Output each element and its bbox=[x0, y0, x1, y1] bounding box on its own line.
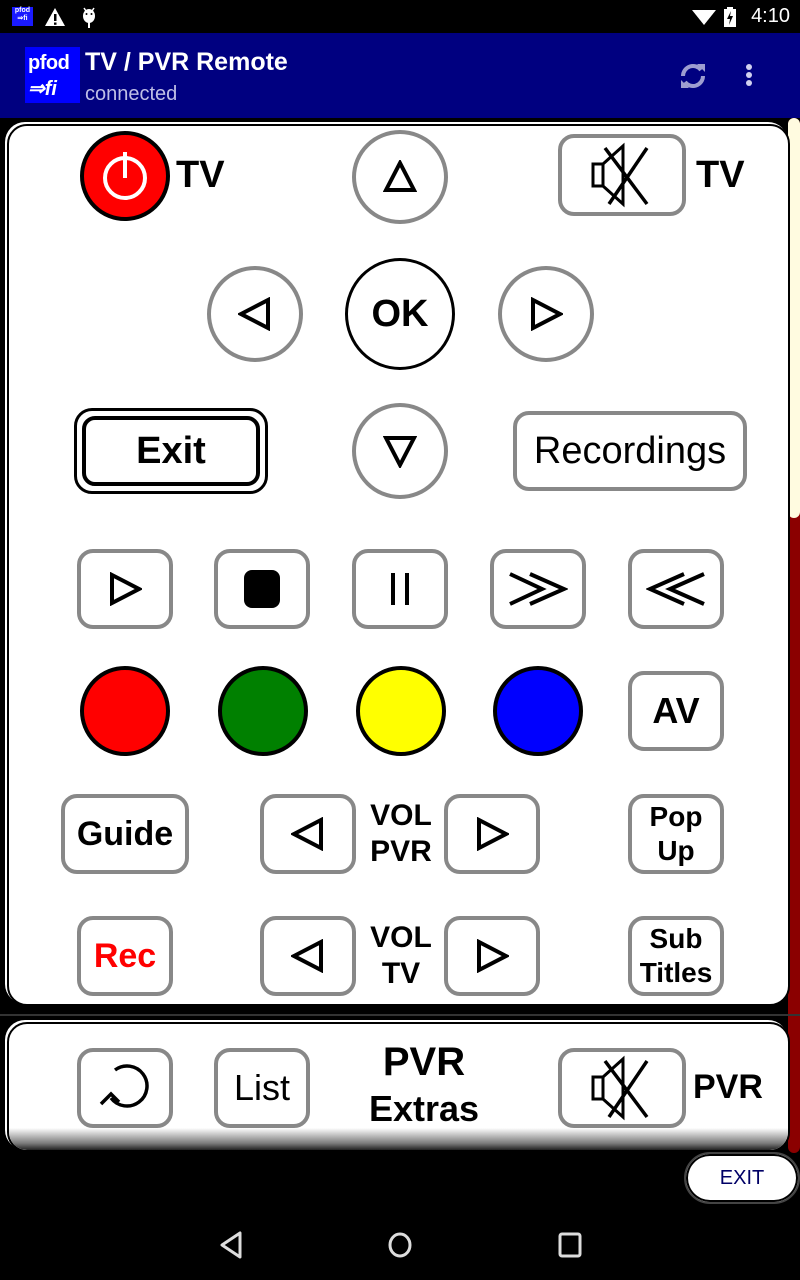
rewind-icon bbox=[646, 572, 705, 606]
pvr-extras-title-line2: Extras bbox=[368, 1088, 480, 1129]
guide-label: Guide bbox=[76, 814, 174, 853]
green-button[interactable] bbox=[218, 666, 308, 756]
arrow-right-icon bbox=[531, 297, 563, 331]
vol-pvr-label: VOL PVR bbox=[360, 798, 442, 870]
power-tv-button[interactable] bbox=[80, 131, 170, 221]
pause-icon bbox=[391, 573, 409, 605]
mute-tv-label: TV bbox=[696, 154, 745, 196]
android-debug-icon bbox=[83, 7, 95, 28]
recordings-button[interactable]: Recordings bbox=[513, 411, 747, 491]
vol-pvr-up-button[interactable] bbox=[444, 794, 540, 874]
vol-tv-label-line2: TV bbox=[381, 957, 421, 990]
pause-button[interactable] bbox=[352, 549, 448, 629]
app-notification-text-2: ⇒fi bbox=[17, 15, 28, 22]
down-button[interactable] bbox=[352, 403, 448, 499]
red-button[interactable] bbox=[80, 666, 170, 756]
arrow-down-icon bbox=[383, 436, 417, 468]
list-button[interactable]: List bbox=[214, 1048, 310, 1128]
power-icon bbox=[103, 152, 147, 200]
mute-icon bbox=[591, 142, 649, 208]
exit-remote-button[interactable]: Exit bbox=[74, 408, 268, 494]
subtitles-button[interactable]: Sub Titles bbox=[628, 916, 724, 996]
vol-pvr-label-line2: PVR bbox=[370, 835, 432, 868]
mute-pvr-label: PVR bbox=[693, 1068, 763, 1106]
arrow-right-icon bbox=[477, 817, 509, 851]
arrow-right-icon bbox=[477, 939, 509, 973]
app-notification-icon: pfod ⇒fi bbox=[12, 7, 33, 26]
popup-button[interactable]: Pop Up bbox=[628, 794, 724, 874]
vol-tv-down-button[interactable] bbox=[260, 916, 356, 996]
rewind-button[interactable] bbox=[628, 549, 724, 629]
app-title: TV / PVR Remote bbox=[85, 48, 288, 76]
rec-label: Rec bbox=[93, 936, 157, 975]
exit-button[interactable]: EXIT bbox=[684, 1152, 800, 1204]
navigation-bar bbox=[0, 1204, 800, 1280]
mute-pvr-button[interactable] bbox=[558, 1048, 686, 1128]
overflow-menu-icon[interactable] bbox=[738, 58, 760, 94]
ok-button[interactable]: OK bbox=[345, 258, 455, 370]
home-icon[interactable] bbox=[386, 1230, 414, 1260]
replay-icon bbox=[99, 1064, 149, 1108]
mute-tv-button[interactable] bbox=[558, 134, 686, 216]
fast-forward-icon bbox=[509, 572, 568, 606]
av-button[interactable]: AV bbox=[628, 671, 724, 751]
action-bar: pfod ⇒fi TV / PVR Remote connected bbox=[0, 33, 800, 118]
list-label: List bbox=[233, 1067, 291, 1108]
power-tv-label: TV bbox=[176, 154, 225, 196]
stop-icon bbox=[244, 570, 280, 608]
app-logo: pfod ⇒fi bbox=[25, 47, 80, 103]
logo-text-2: ⇒fi bbox=[28, 78, 57, 100]
vol-tv-label-line1: VOL bbox=[370, 921, 432, 954]
recents-icon[interactable] bbox=[556, 1230, 584, 1260]
guide-button[interactable]: Guide bbox=[61, 794, 189, 874]
app-notification-text-1: pfod bbox=[14, 7, 31, 14]
connection-status: connected bbox=[85, 83, 178, 105]
play-button[interactable] bbox=[77, 549, 173, 629]
stop-button[interactable] bbox=[214, 549, 310, 629]
vol-tv-up-button[interactable] bbox=[444, 916, 540, 996]
subtitles-label-line2: Titles bbox=[639, 957, 713, 988]
left-button[interactable] bbox=[207, 266, 303, 362]
right-button[interactable] bbox=[498, 266, 594, 362]
arrow-left-icon bbox=[291, 817, 323, 851]
arrow-left-icon bbox=[291, 939, 323, 973]
status-bar: pfod ⇒fi 4:10 bbox=[0, 0, 800, 33]
popup-label-line1: Pop bbox=[649, 801, 703, 832]
panel-divider bbox=[0, 1014, 800, 1016]
av-label: AV bbox=[652, 690, 700, 731]
refresh-icon[interactable] bbox=[675, 58, 711, 94]
exit-remote-label: Exit bbox=[136, 429, 206, 472]
battery-charging-icon bbox=[724, 7, 736, 27]
vol-pvr-label-line1: VOL bbox=[370, 799, 432, 832]
replay-button[interactable] bbox=[77, 1048, 173, 1128]
popup-label-line2: Up bbox=[657, 835, 695, 866]
screen: pfod ⇒fi 4:10 pfod ⇒fi TV / PVR Remote c… bbox=[0, 0, 800, 1280]
clock: 4:10 bbox=[751, 5, 790, 27]
fast-forward-button[interactable] bbox=[490, 549, 586, 629]
pvr-extras-title: PVR Extras bbox=[344, 1040, 504, 1134]
pvr-extras-title-line1: PVR bbox=[382, 1040, 466, 1084]
rec-button[interactable]: Rec bbox=[77, 916, 173, 996]
vol-pvr-down-button[interactable] bbox=[260, 794, 356, 874]
wifi-icon bbox=[692, 10, 716, 25]
arrow-left-icon bbox=[238, 297, 270, 331]
ok-label: OK bbox=[371, 292, 429, 335]
back-icon[interactable] bbox=[218, 1230, 246, 1260]
blue-button[interactable] bbox=[493, 666, 583, 756]
subtitles-label-line1: Sub bbox=[649, 923, 703, 954]
logo-text-1: pfod bbox=[28, 52, 70, 74]
warning-icon bbox=[45, 8, 65, 26]
mute-icon bbox=[591, 1055, 649, 1121]
vol-tv-label: VOL TV bbox=[360, 920, 442, 992]
up-button[interactable] bbox=[352, 130, 448, 224]
play-icon bbox=[110, 572, 142, 606]
recordings-label: Recordings bbox=[533, 429, 727, 472]
yellow-button[interactable] bbox=[356, 666, 446, 756]
arrow-up-icon bbox=[383, 160, 417, 192]
